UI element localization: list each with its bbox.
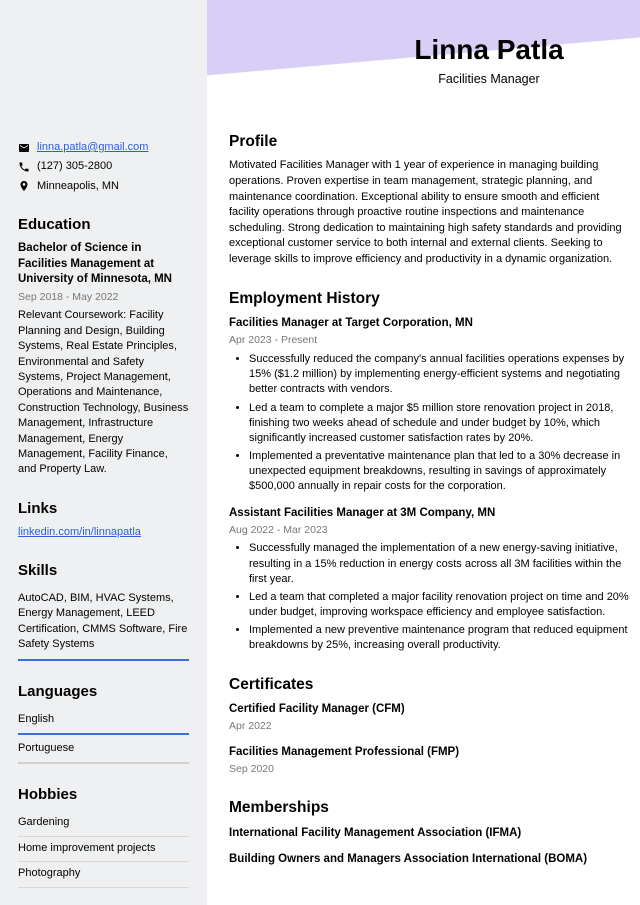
employment-section: Employment History Facilities Manager at…: [229, 288, 629, 654]
job-dates: Aug 2022 - Mar 2023: [229, 523, 629, 538]
phone-text: (127) 305-2800: [37, 159, 112, 174]
candidate-name: Linna Patla: [349, 30, 629, 69]
certificate-date: Sep 2020: [229, 762, 629, 777]
resume-container: linna.patla@gmail.com (127) 305-2800 Min…: [0, 0, 640, 905]
membership-item: Building Owners and Managers Association…: [229, 851, 629, 867]
job-bullet: Implemented a preventative maintenance p…: [249, 449, 629, 495]
linkedin-link[interactable]: linkedin.com/in/linnapatla: [18, 526, 141, 538]
profile-text: Motivated Facilities Manager with 1 year…: [229, 158, 629, 267]
profile-section: Profile Motivated Facilities Manager wit…: [229, 131, 629, 268]
languages-heading: Languages: [18, 681, 189, 702]
hobby-item: Home improvement projects: [18, 837, 189, 862]
hobby-item: Photography: [18, 862, 189, 887]
skills-text: AutoCAD, BIM, HVAC Systems, Energy Manag…: [18, 587, 189, 661]
membership-item: International Facility Management Associ…: [229, 825, 629, 841]
contact-email-row: linna.patla@gmail.com: [18, 140, 189, 155]
certificate-date: Apr 2022: [229, 719, 629, 734]
contact-location-row: Minneapolis, MN: [18, 179, 189, 194]
employment-heading: Employment History: [229, 288, 629, 310]
certificates-section: Certificates Certified Facility Manager …: [229, 674, 629, 777]
location-text: Minneapolis, MN: [37, 179, 119, 194]
email-link[interactable]: linna.patla@gmail.com: [37, 140, 148, 155]
links-heading: Links: [18, 498, 189, 519]
education-dates: Sep 2018 - May 2022: [18, 290, 189, 305]
skills-heading: Skills: [18, 560, 189, 581]
certificate-title: Facilities Management Professional (FMP): [229, 744, 629, 760]
education-degree: Bachelor of Science in Facilities Manage…: [18, 241, 189, 288]
hobby-item: Gardening: [18, 811, 189, 836]
certificate-title: Certified Facility Manager (CFM): [229, 701, 629, 717]
memberships-section: Memberships International Facility Manag…: [229, 797, 629, 867]
job-bullet: Implemented a new preventive maintenance…: [249, 623, 629, 653]
hobbies-heading: Hobbies: [18, 784, 189, 805]
main-column: Linna Patla Facilities Manager Profile M…: [207, 0, 640, 905]
job-bullet: Successfully managed the implementation …: [249, 541, 629, 587]
language-item: English: [18, 708, 189, 735]
email-icon: [18, 142, 30, 154]
language-item: Portuguese: [18, 737, 189, 764]
job-bullet: Led a team that completed a major facili…: [249, 590, 629, 620]
phone-icon: [18, 161, 30, 173]
profile-heading: Profile: [229, 131, 629, 153]
job-bullet: Led a team to complete a major $5 millio…: [249, 401, 629, 447]
memberships-heading: Memberships: [229, 797, 629, 819]
job-title: Assistant Facilities Manager at 3M Compa…: [229, 505, 629, 521]
sidebar: linna.patla@gmail.com (127) 305-2800 Min…: [0, 0, 207, 905]
location-icon: [18, 180, 30, 192]
job-title: Facilities Manager at Target Corporation…: [229, 315, 629, 331]
education-coursework: Relevant Coursework: Facility Planning a…: [18, 308, 189, 477]
header-block: Linna Patla Facilities Manager: [349, 30, 629, 89]
contact-phone-row: (127) 305-2800: [18, 159, 189, 174]
certificates-heading: Certificates: [229, 674, 629, 696]
job-bullets: Successfully reduced the company's annua…: [229, 352, 629, 495]
job-bullet: Successfully reduced the company's annua…: [249, 352, 629, 398]
job-bullets: Successfully managed the implementation …: [229, 541, 629, 653]
candidate-title: Facilities Manager: [349, 71, 629, 89]
job-dates: Apr 2023 - Present: [229, 333, 629, 348]
education-heading: Education: [18, 214, 189, 235]
